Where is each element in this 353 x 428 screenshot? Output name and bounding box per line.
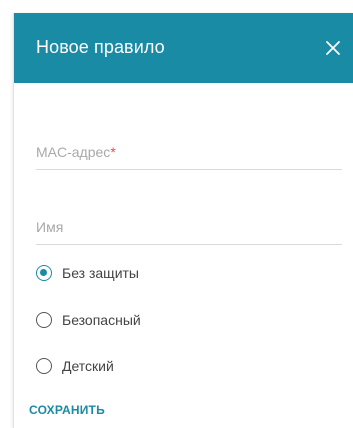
radio-option-safe[interactable]: Безопасный xyxy=(36,308,141,332)
dialog-title: Новое правило xyxy=(36,37,165,57)
radio-label: Безопасный xyxy=(62,312,141,328)
mac-address-input[interactable] xyxy=(36,135,342,165)
radio-checked-icon[interactable] xyxy=(36,265,52,281)
name-input[interactable] xyxy=(36,210,342,240)
radio-unchecked-icon[interactable] xyxy=(36,358,52,374)
radio-option-child[interactable]: Детский xyxy=(36,354,114,378)
name-field[interactable]: Имя xyxy=(36,210,342,245)
radio-unchecked-icon[interactable] xyxy=(36,312,52,328)
close-icon xyxy=(326,41,340,55)
dialog-header: Новое правило xyxy=(14,13,353,83)
close-button[interactable] xyxy=(320,35,346,61)
radio-option-no-protection[interactable]: Без защиты xyxy=(36,261,139,285)
new-rule-dialog: Новое правило MAC-адрес* Имя Без защиты … xyxy=(13,13,353,428)
save-button[interactable]: СОХРАНИТЬ xyxy=(29,403,105,417)
mac-address-field[interactable]: MAC-адрес* xyxy=(36,135,342,170)
radio-label: Без защиты xyxy=(62,265,139,281)
radio-label: Детский xyxy=(62,358,114,374)
